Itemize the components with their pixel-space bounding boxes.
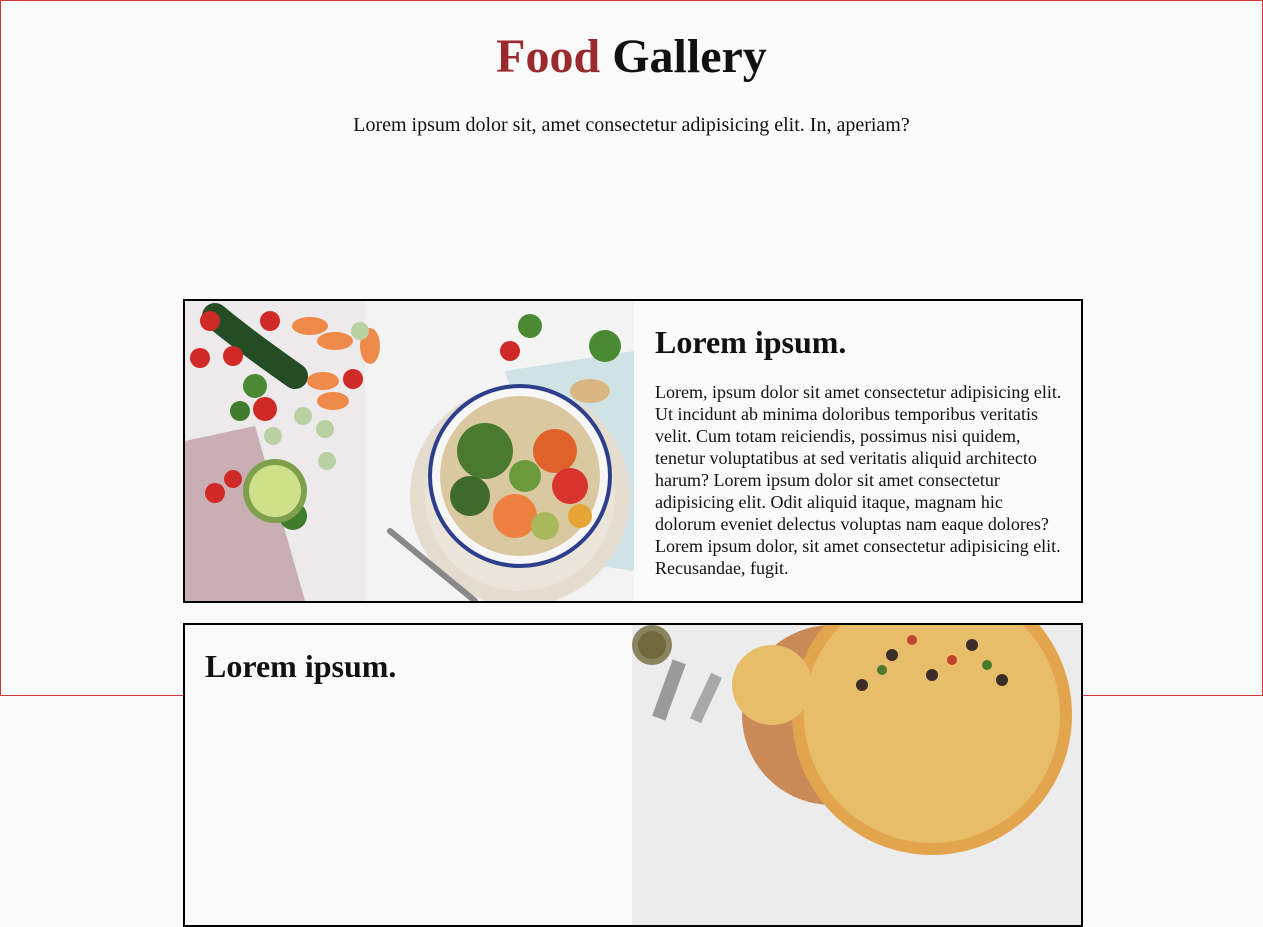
page-title: Food Gallery <box>1 29 1262 85</box>
title-rest: Gallery <box>612 30 767 83</box>
vegetable-bowl-photo <box>185 301 634 601</box>
card-text: Lorem ipsum. <box>205 625 615 685</box>
food-card-2: Lorem ipsum. <box>183 623 1083 927</box>
title-accent: Food <box>496 30 601 83</box>
card-text: Lorem ipsum. Lorem, ipsum dolor sit amet… <box>655 301 1065 579</box>
pizza-photo <box>632 625 1081 925</box>
page-subtitle: Lorem ipsum dolor sit, amet consectetur … <box>353 114 910 136</box>
card-heading: Lorem ipsum. <box>205 648 397 684</box>
food-card-1: Lorem ipsum. Lorem, ipsum dolor sit amet… <box>183 299 1083 603</box>
card-heading: Lorem ipsum. <box>655 324 847 360</box>
card-body: Lorem, ipsum dolor sit amet consectetur … <box>655 382 1062 578</box>
